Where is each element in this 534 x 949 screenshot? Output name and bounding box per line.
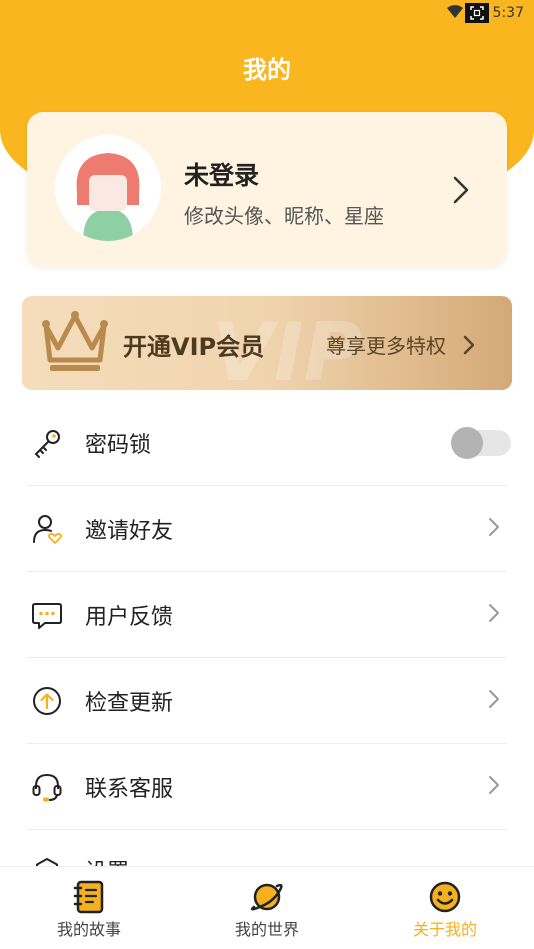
settings-menu: 密码锁 邀请好友 用户反馈 检查更新 联系客服 [27,400,511,870]
chevron-right-icon[interactable] [451,174,471,210]
profile-card[interactable]: 未登录 修改头像、昵称、星座 [27,112,507,267]
vip-title: 开通VIP会员 [123,333,265,361]
chevron-right-icon [487,774,501,800]
chevron-right-icon [487,602,501,628]
notebook-icon [71,879,107,915]
chevron-right-icon [487,516,501,542]
tab-my-stories[interactable]: 我的故事 [0,867,178,949]
smiley-icon [427,879,463,915]
tab-label: 关于我的 [412,920,477,939]
avatar-icon[interactable] [55,135,161,241]
tab-label: 我的世界 [234,920,299,939]
chevron-right-icon [487,688,501,714]
headset-icon [29,769,65,805]
tab-label: 我的故事 [56,920,121,939]
menu-label: 检查更新 [85,690,174,716]
chevron-right-icon[interactable] [462,334,476,360]
bottom-tab-bar: 我的故事 我的世界 关于我的 [0,866,534,949]
menu-label: 用户反馈 [85,604,174,630]
planet-icon [249,879,285,915]
menu-item-invite-friends[interactable]: 邀请好友 [27,486,507,572]
tab-about-me[interactable]: 关于我的 [356,867,534,949]
status-time: 5:37 [492,5,524,21]
menu-item-feedback[interactable]: 用户反馈 [27,572,507,658]
vip-banner[interactable]: VIP 开通VIP会员 尊享更多特权 [22,296,512,390]
profile-name: 未登录 [184,161,260,190]
wifi-icon [446,4,463,23]
menu-item-check-update[interactable]: 检查更新 [27,658,507,744]
menu-item-settings[interactable]: 设置 [27,830,507,870]
menu-label: 邀请好友 [85,518,174,544]
password-lock-toggle[interactable] [451,426,511,459]
page-title: 我的 [243,56,291,84]
toggle-knob [451,426,483,459]
menu-label: 密码锁 [85,432,152,458]
crown-icon [40,310,110,380]
menu-label: 联系客服 [85,776,174,802]
screenshot-icon[interactable] [464,3,489,23]
profile-subtitle: 修改头像、昵称、星座 [184,204,384,228]
key-icon [29,425,65,461]
menu-item-password-lock[interactable]: 密码锁 [27,400,511,486]
invite-user-icon [29,511,65,547]
vip-subtitle: 尊享更多特权 [326,334,446,358]
menu-item-customer-service[interactable]: 联系客服 [27,744,507,830]
update-arrow-icon [29,683,65,719]
feedback-chat-icon [29,597,65,633]
status-bar: 5:37 [446,2,524,24]
tab-my-world[interactable]: 我的世界 [178,867,356,949]
